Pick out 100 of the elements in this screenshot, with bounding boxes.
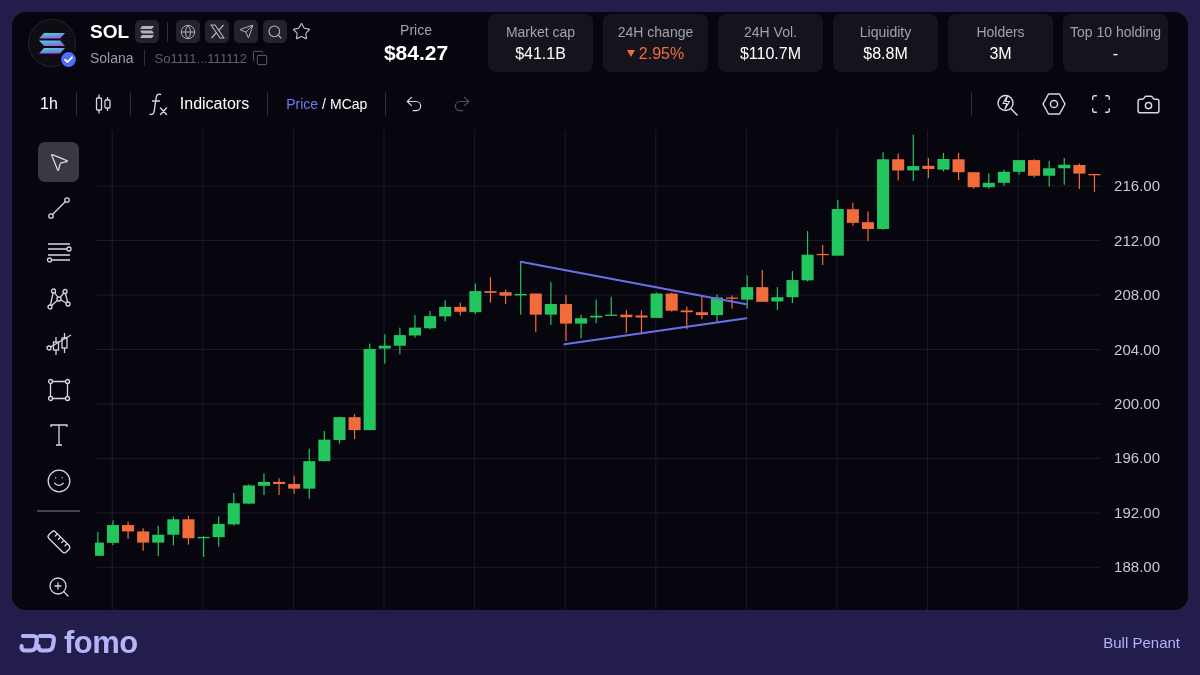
candle [590,299,603,324]
indicators-button[interactable]: Indicators [148,92,250,116]
candle [559,295,572,342]
price-axis-label: 192.00 [1114,503,1160,521]
candle [95,531,104,556]
star-icon[interactable] [292,22,312,41]
candle [741,275,754,309]
chain-button[interactable] [135,20,160,43]
search-icon [267,23,284,40]
candle [801,231,814,282]
candle [227,492,240,526]
candle [544,282,557,325]
candle [454,302,467,316]
message-link-button[interactable] [234,20,259,43]
candle [514,261,527,315]
pattern-name: Bull Penant [1103,634,1180,651]
candle [137,528,150,551]
search-button[interactable] [263,20,288,43]
candle [348,413,361,439]
price-axis-label: 196.00 [1114,449,1160,467]
candle [408,315,421,338]
candle [665,292,678,312]
stat-value: - [1112,44,1119,63]
stat-label: Holders [976,23,1025,40]
candle [695,296,708,320]
candle [575,314,588,339]
stat-value: $110.7M [739,44,802,63]
candle [620,310,633,333]
stat-value: $8.8M [863,44,908,63]
price-value: $84.27 [383,40,449,65]
candle [982,173,995,189]
candle [1058,157,1071,185]
stat-value: $41.1B [515,44,566,63]
price-axis-label: 204.00 [1114,340,1160,358]
chart-mode-option[interactable]: Price [286,96,319,112]
candle [967,172,980,189]
candle [756,270,769,302]
candle [680,306,693,330]
candle [997,169,1010,186]
website-button[interactable] [176,20,201,43]
rectangle-icon [46,377,71,402]
token-address: So1111...111112 [154,50,247,66]
candle [952,152,965,180]
candle [816,245,829,266]
token-symbol: SOL [90,20,130,43]
x-mark-icon [209,24,225,39]
settings-icon[interactable] [1042,93,1066,115]
lightning-search-icon[interactable] [996,92,1018,116]
candle [892,153,905,181]
pattern-nodes-icon [45,286,72,311]
zoom-in-icon [46,575,71,599]
candle [484,277,497,303]
stat-value: 2.95% [638,44,685,63]
candle [529,293,542,333]
candle [242,484,255,504]
price-axis-label: 208.00 [1114,286,1160,304]
candlestick-icon[interactable] [94,94,112,114]
candle [831,200,844,256]
stat-label: Top 10 holding [1069,23,1162,40]
candle [710,294,723,322]
text-tool-icon [49,424,68,446]
interval-button[interactable]: 1h [40,95,58,113]
candle [1012,160,1025,175]
candle [273,478,286,496]
smiley-icon [45,467,72,494]
function-icon [148,92,168,116]
candle [288,475,301,494]
token-name: Solana [90,50,134,66]
candle [1028,159,1041,178]
candle [152,525,165,557]
candles-line-icon [45,331,72,357]
x-link-button[interactable] [205,20,230,43]
price-axis-label: 212.00 [1114,231,1160,249]
candle [771,287,784,310]
parallel-lines-icon [45,242,72,264]
candle [846,202,859,226]
candle [726,295,739,309]
ruler-icon [45,528,72,555]
candle [333,416,346,444]
candle [212,516,225,547]
candle [937,152,950,172]
stat-label: Market cap [505,23,576,40]
fullscreen-icon[interactable] [1090,93,1112,115]
stat-label: Liquidity [859,23,912,40]
candle [605,296,618,316]
candle [499,289,512,305]
candle [106,520,119,546]
down-triangle-icon [626,50,635,57]
paper-plane-icon [238,24,254,39]
stacked-bars-icon [140,25,155,38]
candle [257,473,270,496]
candle [182,515,195,545]
candle [635,310,648,335]
candle [303,448,316,499]
trend-line-icon [46,195,71,220]
copy-icon[interactable] [251,50,268,66]
chart-mode-option[interactable]: MCap [329,96,368,112]
cursor-tool-button[interactable] [38,142,79,182]
price-axis-label: 216.00 [1114,177,1160,195]
globe-icon [180,23,197,40]
